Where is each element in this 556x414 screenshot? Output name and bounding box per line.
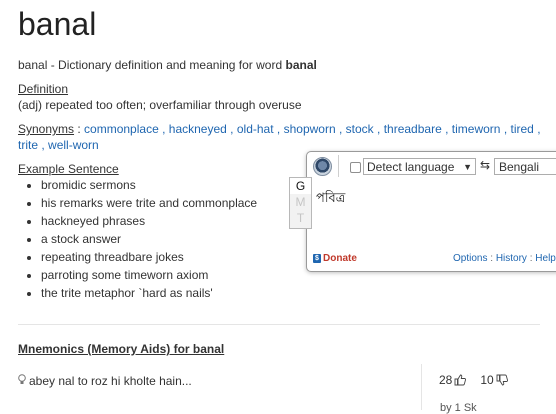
history-link[interactable]: History [496, 253, 527, 264]
example-item: his remarks were trite and commonplace [41, 194, 257, 212]
translate-toolbar: Detect language ▼ ⇆ Bengali [307, 152, 556, 180]
example-item: hackneyed phrases [41, 212, 257, 230]
target-language-select[interactable]: Bengali [494, 158, 556, 175]
definition-label: Definition [18, 82, 69, 96]
example-item: the trite metaphor `hard as nails' [41, 284, 257, 302]
downvote[interactable]: 10 [480, 373, 508, 387]
definition-text: (adj) repeated too often; overfamiliar t… [18, 98, 302, 112]
tab-t[interactable]: T [290, 210, 311, 226]
translate-links: Options : History : Help : [453, 253, 556, 264]
donate-icon: $ [313, 254, 321, 263]
synonym-link[interactable]: trite [18, 138, 38, 152]
chevron-down-icon: ▼ [463, 162, 472, 172]
synonym-link[interactable]: stock [346, 122, 374, 136]
source-language-value: Detect language [367, 160, 455, 174]
help-link[interactable]: Help [535, 253, 556, 264]
source-language-select[interactable]: Detect language ▼ [363, 158, 476, 175]
thumbs-down-icon[interactable] [496, 374, 508, 386]
upvote-count: 28 [439, 373, 453, 387]
translate-footer: $ Donate Options : History : Help : [310, 251, 556, 267]
mnemonic-byline: by 1 Sk [440, 402, 477, 414]
mnemonic-text: abey nal to roz hi kholte hain... [29, 374, 192, 388]
example-item: parroting some timeworn axiom [41, 266, 257, 284]
gmt-side-tabs: G M T [289, 177, 312, 229]
vote-controls: 28 10 [439, 373, 508, 387]
swap-languages-icon[interactable]: ⇆ [480, 158, 490, 172]
translate-logo-icon[interactable] [313, 157, 332, 176]
synonym-link[interactable]: old-hat [237, 122, 274, 136]
synonym-link[interactable]: tired [511, 122, 534, 136]
page-subtitle: banal - Dictionary definition and meanin… [18, 58, 317, 72]
synonym-link[interactable]: well-worn [48, 138, 99, 152]
mnemonics-title[interactable]: Mnemonics (Memory Aids) for banal [18, 342, 224, 356]
vote-divider [421, 364, 422, 410]
synonym-link[interactable]: shopworn [284, 122, 336, 136]
toolbar-separator [338, 155, 339, 177]
subtitle-word: banal [285, 58, 317, 72]
target-language-value: Bengali [499, 160, 540, 174]
upvote[interactable]: 28 [439, 373, 467, 387]
example-item: bromidic sermons [41, 176, 257, 194]
example-list: bromidic sermons his remarks were trite … [0, 176, 257, 302]
subtitle-prefix: banal - Dictionary definition and meanin… [18, 58, 286, 72]
translation-result: পবিত্র [316, 190, 346, 205]
thumbs-up-icon[interactable] [454, 374, 467, 386]
options-link[interactable]: Options [453, 253, 487, 264]
synonym-link[interactable]: commonplace [84, 122, 159, 136]
downvote-count: 10 [480, 373, 494, 387]
detect-language-checkbox[interactable] [350, 162, 361, 173]
tab-g[interactable]: G [290, 178, 311, 194]
synonym-link[interactable]: threadbare [384, 122, 442, 136]
example-sentence-label: Example Sentence [18, 162, 119, 176]
synonym-link[interactable]: timeworn [452, 122, 501, 136]
lightbulb-icon [18, 374, 26, 388]
example-item: repeating threadbare jokes [41, 248, 257, 266]
mnemonic-entry: abey nal to roz hi kholte hain... [18, 374, 192, 388]
word-title: banal [18, 6, 97, 42]
synonyms-block: Synonyms : commonplace , hackneyed , old… [18, 122, 541, 152]
synonyms-label: Synonyms [18, 122, 75, 136]
donate-label: Donate [323, 253, 357, 264]
tab-m[interactable]: M [290, 194, 311, 210]
section-divider [18, 324, 540, 325]
donate-button[interactable]: $ Donate [313, 253, 357, 264]
synonym-link[interactable]: hackneyed [169, 122, 227, 136]
example-item: a stock answer [41, 230, 257, 248]
translate-popup: Detect language ▼ ⇆ Bengali পবিত্র $ Don… [306, 151, 556, 272]
